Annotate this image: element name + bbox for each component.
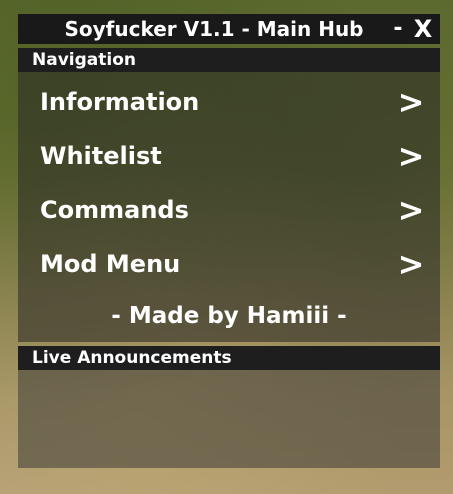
nav-item-label: Mod Menu [40, 250, 181, 278]
credit-text: - Made by Hamiii - [18, 290, 440, 342]
window-title: Soyfucker V1.1 - Main Hub [64, 17, 364, 41]
nav-item-label: Information [40, 88, 200, 116]
chevron-right-icon: > [397, 245, 425, 283]
nav-item-commands[interactable]: Commands > [18, 184, 440, 234]
close-button[interactable]: X [412, 14, 434, 44]
minimize-button[interactable]: - [388, 14, 408, 44]
chevron-right-icon: > [397, 137, 425, 175]
nav-item-information[interactable]: Information > [18, 76, 440, 126]
chevron-right-icon: > [397, 83, 425, 121]
chevron-right-icon: > [397, 191, 425, 229]
navigation-panel: Information > Whitelist > Commands > Mod… [18, 72, 440, 342]
navigation-header: Navigation [18, 48, 440, 72]
live-announcements-header: Live Announcements [18, 346, 440, 370]
nav-item-whitelist[interactable]: Whitelist > [18, 130, 440, 180]
nav-item-mod-menu[interactable]: Mod Menu > [18, 238, 440, 288]
title-bar[interactable]: Soyfucker V1.1 - Main Hub - X [18, 14, 440, 44]
live-announcements-panel [18, 370, 440, 468]
nav-item-label: Commands [40, 196, 189, 224]
nav-item-label: Whitelist [40, 142, 162, 170]
